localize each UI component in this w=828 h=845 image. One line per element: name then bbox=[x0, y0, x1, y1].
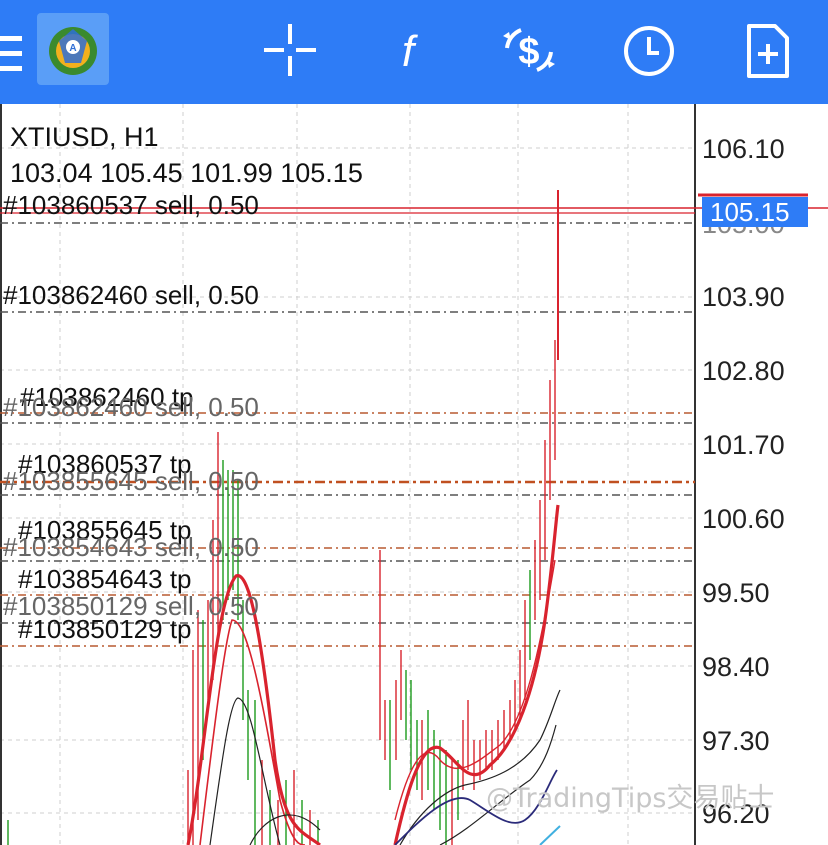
order-labels: #103860537 sell, 0.50 #103862460 sell, 0… bbox=[3, 190, 259, 644]
top-toolbar: A f $ bbox=[0, 0, 828, 104]
price-scale-label: 103.90 bbox=[702, 282, 785, 312]
indicators-glyph: f bbox=[402, 27, 419, 76]
order-label: #103854643 tp bbox=[18, 564, 192, 594]
menu-icon[interactable] bbox=[0, 34, 24, 74]
price-scale-label: 100.60 bbox=[702, 504, 785, 534]
current-price-label: 105.15 bbox=[710, 197, 790, 227]
metatrader-logo-icon[interactable]: A bbox=[37, 13, 109, 85]
order-label: #103850129 tp bbox=[18, 614, 192, 644]
crosshair-icon[interactable] bbox=[262, 22, 318, 78]
order-label: #103855645 sell, 0.50 bbox=[3, 466, 259, 496]
svg-text:$: $ bbox=[518, 31, 539, 73]
price-scale-label: 106.10 bbox=[702, 134, 785, 164]
price-scale-label: 98.40 bbox=[702, 652, 770, 682]
history-clock-icon[interactable] bbox=[622, 24, 676, 78]
watermark: @TradingTips交易贴士 bbox=[486, 783, 775, 814]
price-scale: 106.10 105.00 103.90 102.80 101.70 100.6… bbox=[702, 134, 785, 829]
trade-icon[interactable]: $ bbox=[497, 22, 561, 78]
symbol-title: XTIUSD, H1 bbox=[10, 122, 159, 152]
order-label: #103862460 sell, 0.50 bbox=[3, 392, 259, 422]
order-label: #103862460 sell, 0.50 bbox=[3, 280, 259, 310]
order-label: #103860537 sell, 0.50 bbox=[3, 190, 259, 220]
new-order-icon[interactable] bbox=[745, 22, 791, 80]
ohlc-values: 103.04 105.45 101.99 105.15 bbox=[10, 158, 363, 188]
price-chart[interactable]: #103860537 sell, 0.50 #103862460 sell, 0… bbox=[0, 104, 828, 845]
price-scale-label: 97.30 bbox=[702, 726, 770, 756]
price-scale-label: 99.50 bbox=[702, 578, 770, 608]
order-label: #103854643 sell, 0.50 bbox=[3, 532, 259, 562]
price-scale-label: 101.70 bbox=[702, 430, 785, 460]
svg-text:A: A bbox=[69, 43, 76, 54]
indicators-icon[interactable]: f bbox=[388, 22, 432, 78]
price-scale-label: 102.80 bbox=[702, 356, 785, 386]
